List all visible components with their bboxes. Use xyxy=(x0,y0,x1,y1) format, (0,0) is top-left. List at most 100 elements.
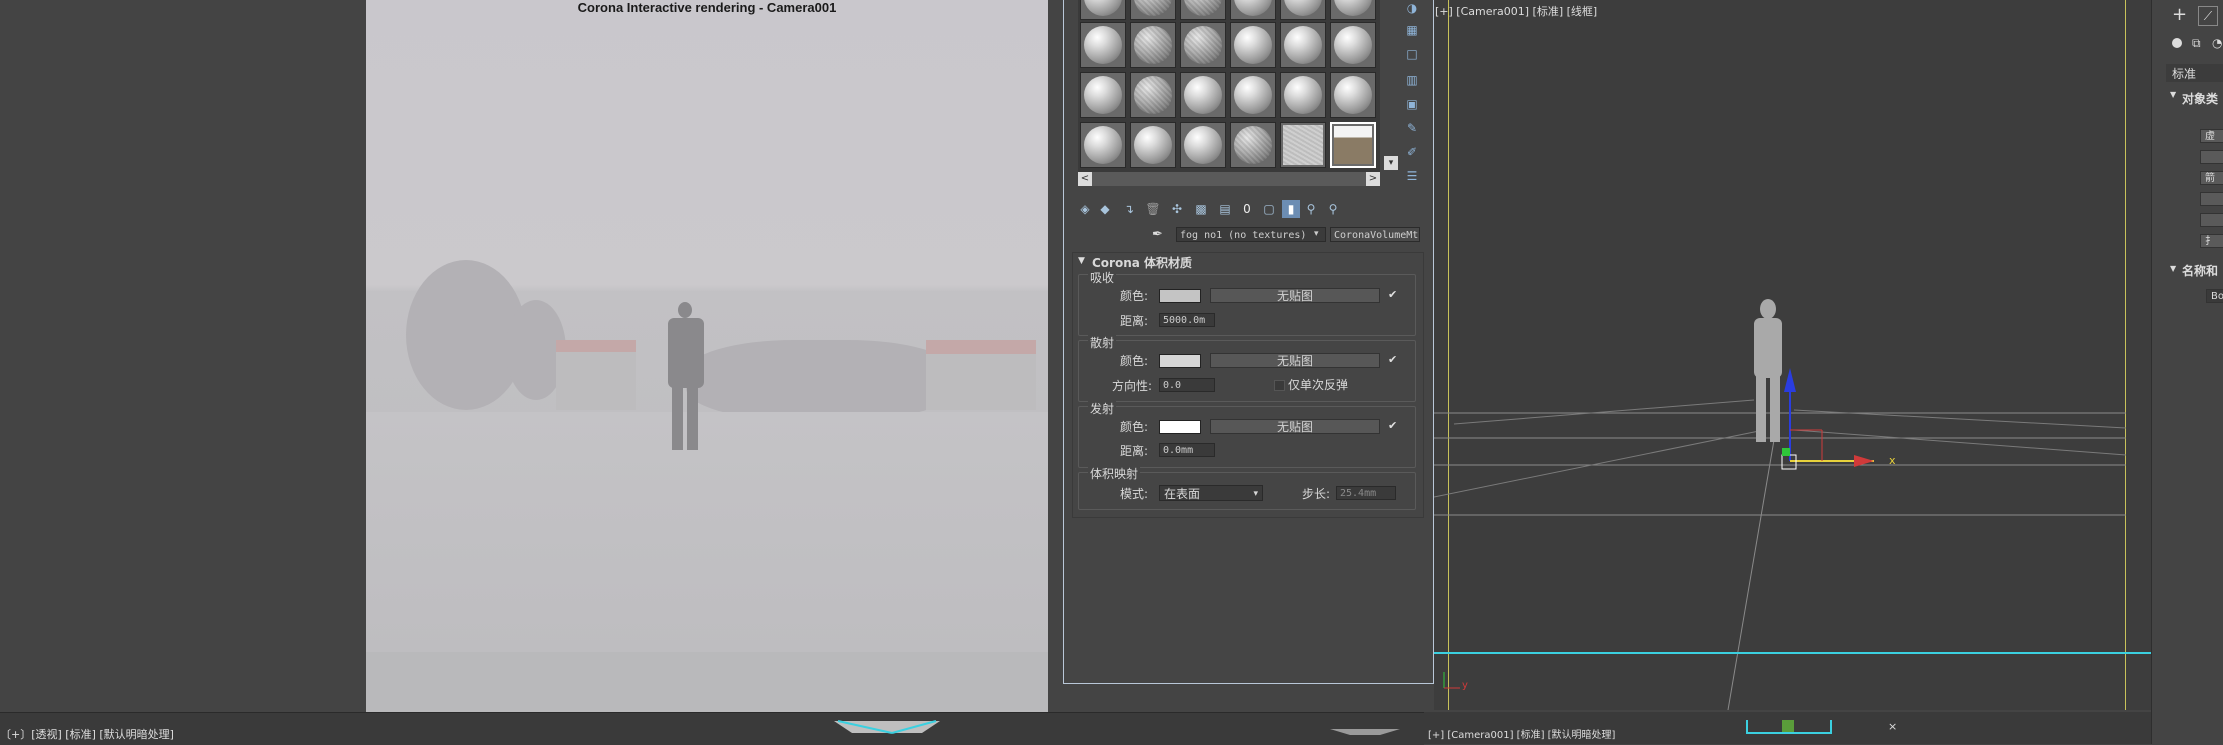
sample-slot[interactable] xyxy=(1330,72,1376,118)
eyedropper-icon[interactable]: ✒ xyxy=(1152,227,1163,242)
object-type-button[interactable] xyxy=(2200,150,2223,164)
emission-map-button[interactable]: 无贴图 xyxy=(1210,419,1380,434)
video-color-icon[interactable]: ▥ xyxy=(1404,72,1420,88)
scattering-map-button[interactable]: 无贴图 xyxy=(1210,353,1380,368)
absorption-map-button[interactable]: 无贴图 xyxy=(1210,288,1380,303)
name-color-rollout-title[interactable]: 名称和 xyxy=(2182,262,2218,279)
object-type-button[interactable]: 扌 xyxy=(2200,234,2223,248)
object-type-rollout-title[interactable]: 对象类 xyxy=(2182,90,2218,107)
object-type-button[interactable]: 箭 xyxy=(2200,171,2223,185)
sample-slot[interactable] xyxy=(1080,0,1126,20)
scattering-map-checkbox[interactable]: ✔ xyxy=(1388,353,1397,366)
options-icon[interactable]: ✎ xyxy=(1404,120,1420,136)
get-material-icon[interactable]: ◈ xyxy=(1076,200,1094,218)
make-preview-icon[interactable]: ▣ xyxy=(1404,96,1420,112)
create-tab-icon[interactable]: + xyxy=(2172,4,2187,25)
close-icon[interactable]: × xyxy=(1888,720,1897,733)
rollout-collapse-icon[interactable]: ▼ xyxy=(2170,264,2176,273)
person-body xyxy=(668,318,704,388)
geometry-icon[interactable] xyxy=(2172,38,2182,48)
person-leg xyxy=(672,386,683,450)
timeline-strip-right: [+] [Camera001] [标准] [默认明暗处理] × xyxy=(1424,712,2151,744)
emission-distance-spinner[interactable]: 0.0mm xyxy=(1159,443,1215,457)
background-icon[interactable]: ◑ xyxy=(1404,0,1420,16)
chevron-down-icon[interactable]: ▾ xyxy=(1314,227,1319,242)
assign-material-icon[interactable]: ↴ xyxy=(1120,200,1138,218)
select-by-material-icon[interactable]: ✐ xyxy=(1404,144,1420,160)
camera-viewport[interactable]: x y xyxy=(1434,0,2151,710)
step-spinner[interactable]: 25.4mm xyxy=(1336,486,1396,500)
mode-dropdown[interactable]: 在表面 ▾ xyxy=(1159,485,1263,501)
rollout-collapse-icon[interactable]: ▼ xyxy=(1078,256,1085,266)
sample-slot[interactable] xyxy=(1180,122,1226,168)
left-viewport-label[interactable]: 〔+〕[透视] [标准] [默认明暗处理] xyxy=(0,726,174,742)
sample-slot[interactable] xyxy=(1080,122,1126,168)
make-unique-icon[interactable]: ▩ xyxy=(1192,200,1210,218)
scroll-left-button[interactable]: < xyxy=(1078,172,1092,186)
sample-slot[interactable] xyxy=(1280,122,1326,168)
chevron-down-icon[interactable]: ▾ xyxy=(1384,156,1398,170)
shapes-icon[interactable]: ⧉ xyxy=(2192,36,2201,51)
viewport-grid xyxy=(1434,299,2151,710)
sample-slot[interactable] xyxy=(1180,72,1226,118)
absorption-color-swatch[interactable] xyxy=(1159,289,1201,303)
sample-slot[interactable] xyxy=(1280,72,1326,118)
rollout-collapse-icon[interactable]: ▼ xyxy=(2170,90,2176,99)
emission-map-checkbox[interactable]: ✔ xyxy=(1388,419,1397,432)
bottom-viewport-label[interactable]: [+] [Camera001] [标准] [默认明暗处理] xyxy=(1428,726,1615,741)
viewport-label[interactable]: [+] [Camera001] [标准] [线框] xyxy=(1435,3,1597,19)
scattering-color-swatch[interactable] xyxy=(1159,354,1201,368)
sample-slot[interactable] xyxy=(1230,0,1276,20)
sample-slot[interactable] xyxy=(1230,22,1276,68)
directionality-spinner[interactable]: 0.0 xyxy=(1159,378,1215,392)
sample-slot[interactable] xyxy=(1330,22,1376,68)
show-end-result-icon[interactable]: ▮ xyxy=(1282,200,1300,218)
slot-scrollbar[interactable]: < > xyxy=(1078,172,1380,186)
object-type-button[interactable] xyxy=(2200,213,2223,227)
sample-slot[interactable] xyxy=(1280,22,1326,68)
emission-color-swatch[interactable] xyxy=(1159,420,1201,434)
lights-icon[interactable]: ◔ xyxy=(2212,36,2222,50)
modify-tab-icon[interactable]: ⟋ xyxy=(2198,6,2218,26)
put-to-library-icon[interactable]: ▤ xyxy=(1216,200,1234,218)
absorption-map-checkbox[interactable]: ✔ xyxy=(1388,288,1397,301)
material-type-button[interactable]: CoronaVolumeMtl xyxy=(1330,227,1420,242)
material-id-channel-icon[interactable]: 0 xyxy=(1238,200,1256,218)
category-dropdown[interactable]: 标准 xyxy=(2166,64,2223,82)
show-shaded-icon[interactable]: ▢ xyxy=(1260,200,1278,218)
emission-distance-label: 距离: xyxy=(1120,444,1149,458)
sample-slot[interactable] xyxy=(1130,122,1176,168)
sample-slot[interactable] xyxy=(1130,0,1176,20)
sample-slot[interactable] xyxy=(1080,22,1126,68)
sample-slot[interactable] xyxy=(1180,22,1226,68)
fog-roof xyxy=(926,340,1036,354)
sample-slot[interactable] xyxy=(1180,0,1226,20)
sample-slot[interactable] xyxy=(1130,22,1176,68)
keyframe-marker[interactable] xyxy=(1782,720,1794,732)
chevron-down-icon: ▾ xyxy=(1253,489,1258,499)
material-navigator-icon[interactable]: ☰ xyxy=(1404,168,1420,184)
scroll-right-button[interactable]: > xyxy=(1366,172,1380,186)
sample-slot[interactable] xyxy=(1230,72,1276,118)
sample-slot[interactable] xyxy=(1330,0,1376,20)
sample-slot[interactable] xyxy=(1080,72,1126,118)
go-to-parent-icon[interactable]: ⚲ xyxy=(1302,200,1320,218)
put-to-scene-icon[interactable]: ◆ xyxy=(1096,200,1114,218)
sample-slot[interactable] xyxy=(1280,0,1326,20)
person-head xyxy=(678,302,692,318)
copy-material-icon[interactable]: ✣ xyxy=(1168,200,1186,218)
sample-slot-selected[interactable] xyxy=(1330,122,1376,168)
object-name-field[interactable]: Bo xyxy=(2206,289,2223,303)
object-type-button[interactable]: 虚 xyxy=(2200,129,2223,143)
absorption-distance-spinner[interactable]: 5000.0m xyxy=(1159,313,1215,327)
single-bounce-checkbox[interactable] xyxy=(1274,380,1285,391)
sample-slot[interactable] xyxy=(1130,72,1176,118)
sample-uv-icon[interactable]: □ xyxy=(1404,46,1420,62)
checker-icon[interactable]: ▦ xyxy=(1404,22,1420,38)
sample-slot[interactable] xyxy=(1230,122,1276,168)
object-type-button[interactable] xyxy=(2200,192,2223,206)
reset-map-icon[interactable]: 🗑 xyxy=(1144,200,1162,218)
material-name-field[interactable]: fog no1 (no textures) xyxy=(1176,227,1326,242)
go-forward-sibling-icon[interactable]: ⚲ xyxy=(1324,200,1342,218)
render-frame-image: Corona Interactive rendering - Camera001 xyxy=(366,0,1048,712)
